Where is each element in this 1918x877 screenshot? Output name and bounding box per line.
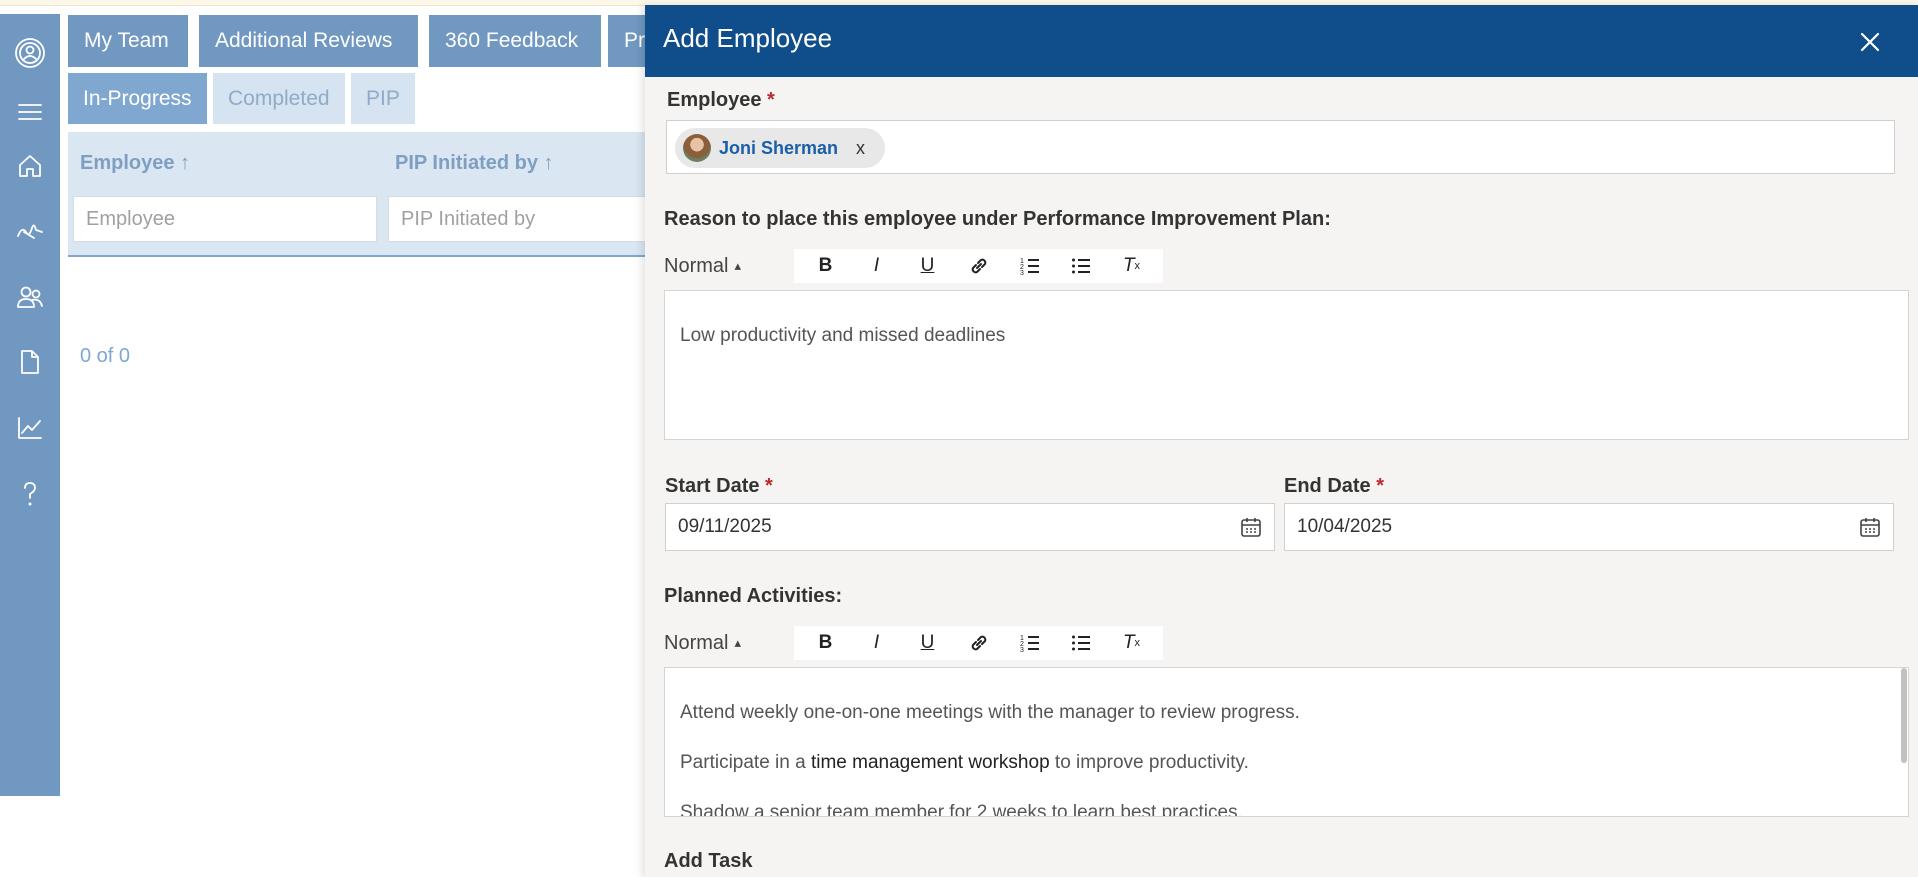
pager-count: 0 of 0 [80, 345, 131, 367]
activity-item: Participate in a time management worksho… [680, 752, 1249, 773]
avatar [683, 134, 711, 162]
tab-360-feedback[interactable]: 360 Feedback [429, 15, 601, 67]
home-icon[interactable] [14, 150, 46, 182]
activities-scrollbar[interactable] [1901, 668, 1907, 763]
svg-text:3: 3 [1020, 270, 1024, 276]
menu-icon[interactable] [14, 96, 46, 128]
start-date-label: Start Date * [665, 475, 773, 497]
bullet-list-icon[interactable] [1055, 249, 1106, 283]
link-icon[interactable] [953, 249, 1004, 283]
calendar-icon[interactable] [1859, 516, 1881, 538]
ordered-list-icon[interactable]: 123 [1004, 626, 1055, 660]
reason-text: Low productivity and missed deadlines [680, 325, 1006, 346]
chart-icon[interactable] [14, 412, 46, 444]
employee-chip-name[interactable]: Joni Sherman [719, 138, 838, 159]
reason-editor[interactable]: Low productivity and missed deadlines [664, 290, 1909, 440]
add-employee-panel: Add Employee Employee * Joni Sherman x R… [645, 5, 1918, 877]
activities-editor[interactable]: Attend weekly one-on-one meetings with t… [664, 667, 1909, 817]
subtab-completed[interactable]: Completed [213, 73, 345, 124]
employee-chip: Joni Sherman x [675, 128, 885, 168]
table-header: Employee ↑ PIP Initiated by ↑ Employee P… [68, 132, 646, 257]
subtab-in-progress[interactable]: In-Progress [68, 73, 207, 124]
start-date-value: 09/11/2025 [678, 516, 772, 537]
required-mark: * [767, 89, 775, 111]
required-mark: * [765, 475, 773, 497]
subtab-pip[interactable]: PIP [351, 73, 415, 124]
panel-title: Add Employee [663, 23, 833, 53]
close-icon [1860, 32, 1880, 52]
pip-initiated-by-filter-input[interactable]: PIP Initiated by [388, 196, 646, 242]
ordered-list-icon[interactable]: 123 [1004, 249, 1055, 283]
underline-icon[interactable]: U [902, 626, 953, 660]
clear-format-icon[interactable]: Tx [1106, 249, 1157, 283]
employee-filter-input[interactable]: Employee [73, 196, 377, 242]
required-mark: * [1376, 475, 1385, 497]
help-icon[interactable] [14, 478, 46, 510]
employee-label: Employee * [667, 89, 775, 111]
users-icon[interactable] [14, 281, 46, 313]
bullet-list-icon[interactable] [1055, 626, 1106, 660]
link-icon[interactable] [953, 626, 1004, 660]
tab-additional-reviews[interactable]: Additional Reviews [199, 15, 418, 67]
bold-icon[interactable]: B [800, 249, 851, 283]
document-icon[interactable] [14, 346, 46, 378]
reason-toolbar: Normal ▴ B I U 123 Tx [652, 246, 1163, 286]
column-employee[interactable]: Employee ↑ [80, 152, 190, 175]
end-date-value: 10/04/2025 [1297, 516, 1393, 537]
clear-format-icon[interactable]: Tx [1106, 626, 1157, 660]
activity-item: Attend weekly one-on-one meetings with t… [680, 702, 1300, 723]
reason-format-select[interactable]: Normal ▴ [664, 255, 784, 278]
activities-format-buttons: B I U 123 Tx [794, 626, 1163, 660]
profile-icon[interactable] [14, 37, 46, 69]
bold-icon[interactable]: B [800, 626, 851, 660]
employee-picker[interactable]: Joni Sherman x [666, 120, 1895, 174]
sidebar [0, 14, 60, 796]
planned-activities-label: Planned Activities: [664, 585, 843, 607]
italic-icon[interactable]: I [851, 626, 902, 660]
remove-employee-button[interactable]: x [856, 138, 865, 159]
reason-format-buttons: B I U 123 Tx [794, 249, 1163, 283]
add-task-label[interactable]: Add Task [664, 850, 753, 873]
start-date-input[interactable]: 09/11/2025 [665, 503, 1275, 551]
activity-item: Shadow a senior team member for 2 weeks … [680, 802, 1243, 817]
main-content: My Team Additional Reviews 360 Feedback … [60, 0, 646, 877]
tab-practice[interactable]: Pra [608, 15, 646, 67]
column-pip-initiated-by[interactable]: PIP Initiated by ↑ [395, 152, 554, 175]
calendar-icon[interactable] [1240, 516, 1262, 538]
panel-header: Add Employee [645, 5, 1918, 77]
activities-toolbar: Normal ▴ B I U 123 Tx [652, 623, 1163, 663]
activities-format-select[interactable]: Normal ▴ [664, 632, 784, 655]
svg-text:3: 3 [1020, 647, 1024, 653]
end-date-input[interactable]: 10/04/2025 [1284, 503, 1894, 551]
reason-label: Reason to place this employee under Perf… [664, 208, 1331, 230]
tab-my-team[interactable]: My Team [68, 15, 188, 67]
italic-icon[interactable]: I [851, 249, 902, 283]
signature-icon[interactable] [14, 215, 46, 247]
underline-icon[interactable]: U [902, 249, 953, 283]
end-date-label: End Date * [1284, 475, 1385, 497]
close-button[interactable] [1853, 25, 1887, 59]
